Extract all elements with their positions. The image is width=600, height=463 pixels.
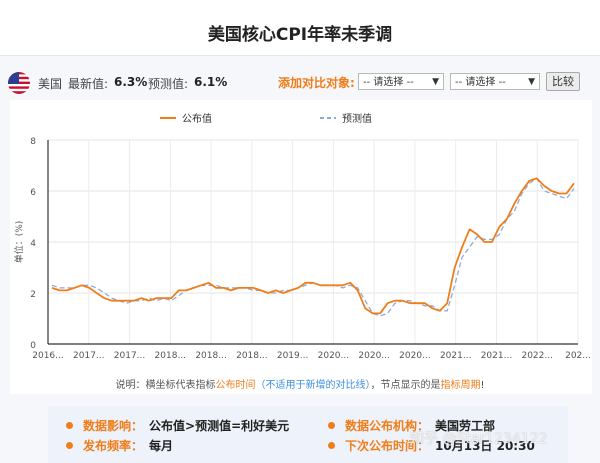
compare-label: 添加对比对象: bbox=[278, 76, 355, 90]
info-impact-value: 公布值>预测值=利好美元 bbox=[149, 419, 290, 433]
bullet-icon bbox=[66, 442, 73, 449]
y-tick-label: 8 bbox=[30, 137, 36, 147]
compare-select-2-value: -- 请选择 -- bbox=[455, 77, 506, 88]
x-tick-label: 202... bbox=[565, 351, 591, 361]
x-tick-label: 2021... bbox=[440, 351, 472, 361]
info-impact-label: 数据影响： bbox=[83, 419, 144, 433]
x-tick-label: 2017... bbox=[114, 351, 146, 361]
bullet-icon bbox=[328, 422, 335, 429]
compare-select-1[interactable]: -- 请选择 -- ▼ bbox=[358, 73, 444, 90]
x-tick-label: 2019... bbox=[277, 351, 309, 361]
chart-area: 0 2 4 6 8 2016... 2017... 2017... 2018... 2018...… bbox=[10, 100, 592, 394]
x-tick-label: 2020... bbox=[399, 351, 431, 361]
x-tick-label: 2016... bbox=[32, 351, 64, 361]
compare-select-2[interactable]: -- 请选择 -- ▼ bbox=[450, 73, 540, 90]
country-label: 美国 bbox=[38, 77, 63, 91]
note-middle2: ，节点显示的是 bbox=[370, 380, 441, 391]
y-tick-label: 4 bbox=[30, 239, 36, 249]
info-frequency-label: 发布频率： bbox=[83, 439, 144, 453]
x-tick-label: 2017... bbox=[73, 351, 105, 361]
note-link-publish-time: 公布时间 bbox=[215, 380, 256, 391]
info-frequency-value: 每月 bbox=[149, 439, 174, 453]
y-tick-label: 0 bbox=[30, 341, 36, 351]
legend-label: 预测值 bbox=[342, 112, 372, 125]
info-frequency: 发布频率： 每月 bbox=[66, 437, 173, 454]
x-tick-label: 2021... bbox=[481, 351, 513, 361]
compare-select-1-value: -- 请选择 -- bbox=[363, 77, 414, 88]
page-title: 美国核心CPI年率未季调 bbox=[207, 25, 393, 45]
bullet-icon bbox=[328, 442, 335, 449]
y-tick-label: 2 bbox=[30, 290, 36, 300]
info-impact: 数据影响： 公布值>预测值=利好美元 bbox=[66, 417, 289, 434]
latest-value: 6.3% bbox=[114, 75, 148, 89]
chevron-down-icon: ▼ bbox=[432, 77, 439, 87]
forecast-value-label: 预测值: bbox=[148, 77, 189, 91]
watermark: 知乎 @Star1234122 bbox=[410, 431, 548, 447]
compare-button[interactable]: 比较 bbox=[546, 72, 580, 91]
chevron-down-icon: ▼ bbox=[528, 77, 535, 87]
note-prefix: 说明：横坐标代表指标 bbox=[115, 380, 216, 391]
summary-bar: 美国 最新值: 6.3% 预测值: 6.1% 添加对比对象: -- 请选择 --… bbox=[8, 70, 592, 94]
forecast-value: 6.1% bbox=[194, 75, 228, 89]
x-tick-label: 2018... bbox=[155, 351, 187, 361]
x-tick-label: 2018... bbox=[195, 351, 227, 361]
y-tick-label: 6 bbox=[30, 188, 36, 198]
legend-label: 公布值 bbox=[182, 112, 212, 125]
x-tick-label: 2022... bbox=[521, 351, 553, 361]
x-tick-label: 2020... bbox=[358, 351, 390, 361]
note-suffix: ! bbox=[480, 380, 485, 391]
x-tick-label: 2018... bbox=[236, 351, 268, 361]
chart-note: 说明：横坐标代表指标公布时间（不适用于新增的对比线），节点显示的是指标周期! bbox=[0, 376, 600, 391]
forecast-series-line bbox=[51, 177, 575, 317]
us-flag-icon bbox=[8, 72, 30, 94]
note-link-period: 指标周期 bbox=[440, 380, 481, 391]
note-middle: （不适用于新增的对比线） bbox=[255, 380, 371, 391]
bullet-icon bbox=[66, 422, 73, 429]
y-axis-label: 单位：(%) bbox=[13, 221, 25, 264]
x-tick-label: 2020... bbox=[318, 351, 350, 361]
indicator-panel: 美国 最新值: 6.3% 预测值: 6.1% 添加对比对象: -- 请选择 --… bbox=[0, 55, 600, 463]
latest-value-label: 最新值: bbox=[68, 77, 109, 91]
line-chart: 0 2 4 6 8 2016... 2017... 2017... 2018... 2018...… bbox=[13, 112, 591, 361]
